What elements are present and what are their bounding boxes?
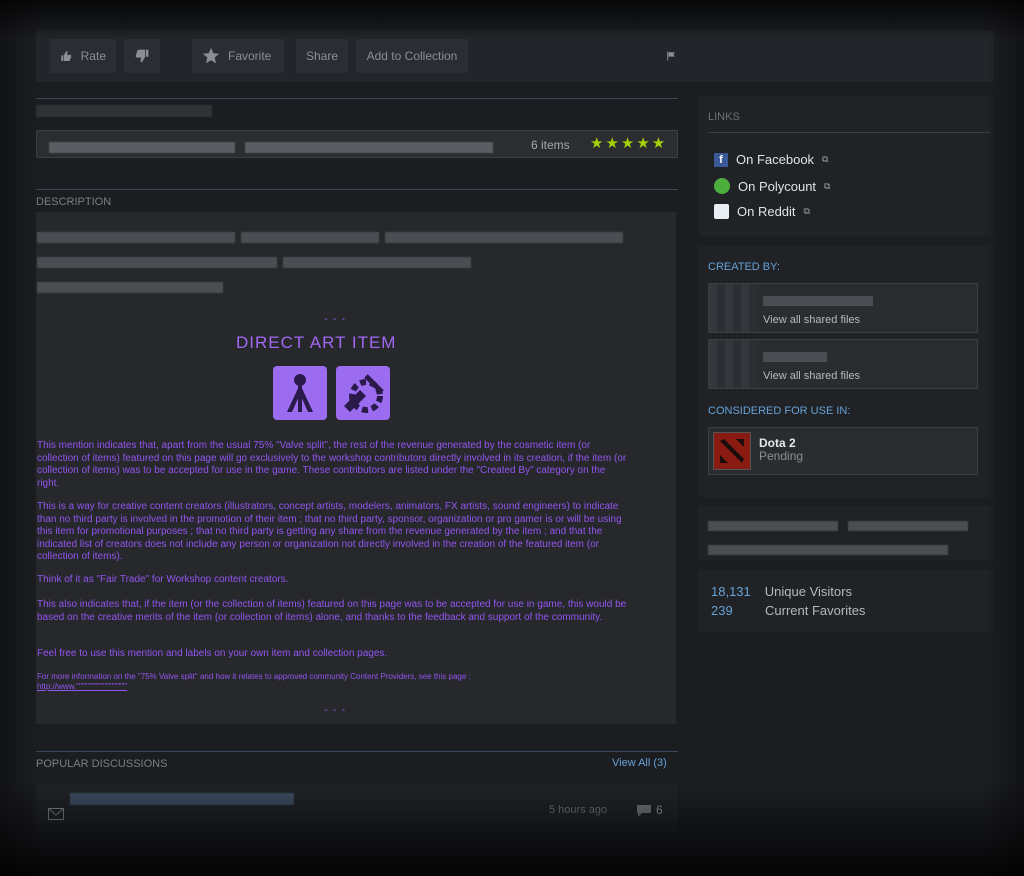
created-by-heading: CREATED BY:	[708, 261, 780, 273]
promo-paragraph-3: Think of it as "Fair Trade" for Workshop…	[37, 574, 629, 587]
discussions-divider	[36, 751, 678, 752]
external-link-icon: ⧉	[824, 180, 831, 191]
links-heading: LINKS	[708, 111, 740, 123]
link-reddit-label: On Reddit	[737, 204, 796, 219]
flag-icon	[667, 51, 675, 61]
description-divider	[36, 189, 678, 190]
discussion-title-redacted	[70, 792, 294, 810]
game-name: Dota 2	[759, 436, 796, 450]
considered-heading: CONSIDERED FOR USE IN:	[708, 405, 851, 417]
favorite-button[interactable]: Favorite	[192, 39, 284, 73]
thumbs-up-icon	[61, 50, 72, 62]
game-card[interactable]: Dota 2 Pending	[708, 427, 978, 475]
items-count: 6 items	[531, 138, 570, 152]
share-button[interactable]: Share	[296, 39, 348, 73]
avatar	[709, 284, 755, 332]
creator-card[interactable]: View all shared files	[708, 339, 978, 389]
report-button[interactable]	[656, 39, 686, 73]
reddit-icon	[714, 204, 729, 219]
view-all-discussions-link[interactable]: View All (3)	[612, 757, 667, 769]
item-name-redacted	[49, 140, 494, 158]
stats-panel: 18,131 Unique Visitors 239 Current Favor…	[698, 570, 994, 632]
link-polycount-label: On Polycount	[738, 178, 817, 194]
toolbar: Rate Favorite Share Add to Collection	[36, 30, 994, 82]
visitors-label: Unique Visitors	[764, 584, 852, 599]
stat-favorites: 239 Current Favorites	[711, 603, 865, 618]
link-reddit[interactable]: On Reddit ⧉	[714, 204, 810, 219]
creator-card[interactable]: View all shared files	[708, 283, 978, 333]
separator-dots-top: - - -	[324, 313, 347, 325]
promo-text-1: This mention indicates that, apart from …	[37, 440, 627, 489]
creator-view-files-link[interactable]: View all shared files	[763, 370, 860, 382]
link-polycount[interactable]: On Polycount ⧉	[714, 178, 830, 194]
creator-name-redacted	[763, 296, 873, 306]
item-meta-redacted	[708, 518, 969, 560]
visitors-count: 18,131	[711, 584, 751, 599]
rate-up-button[interactable]: Rate	[50, 39, 116, 73]
creator-view-files-link[interactable]: View all shared files	[763, 314, 860, 326]
rate-label: Rate	[80, 49, 106, 63]
facebook-icon: f	[714, 152, 728, 167]
thumbs-down-icon	[135, 49, 149, 63]
description-text-redacted	[37, 232, 623, 307]
comment-icon	[637, 805, 651, 817]
separator-dots-bottom: - - -	[324, 704, 347, 716]
external-link-icon: ⧉	[803, 206, 810, 216]
item-info-bar: 6 items ★★★★★	[36, 130, 678, 158]
dota2-logo-icon	[713, 432, 751, 470]
discussion-time: 5 hours ago	[549, 804, 608, 816]
promo-paragraph-2: This is a way for creative content creat…	[37, 501, 629, 564]
discussion-comment-count: 6	[656, 803, 663, 817]
promo-footnote: For more information on the "75% Valve s…	[37, 672, 629, 692]
envelope-icon	[48, 808, 64, 820]
item-meta-panel	[698, 506, 994, 560]
add-to-collection-label: Add to Collection	[366, 49, 458, 63]
promo-text-5: Feel free to use this mention and labels…	[37, 648, 388, 659]
links-divider	[708, 132, 990, 133]
title-divider	[36, 98, 678, 99]
favorite-label: Favorite	[228, 49, 272, 63]
promo-paragraph-4: This also indicates that, if the item (o…	[37, 599, 629, 624]
link-facebook[interactable]: f On Facebook ⧉	[714, 152, 828, 167]
promo-paragraph-1: This mention indicates that, apart from …	[37, 440, 629, 490]
stat-visitors: 18,131 Unique Visitors	[711, 584, 852, 599]
link-facebook-label: On Facebook	[736, 152, 815, 167]
promo-paragraph-5: Feel free to use this mention and labels…	[37, 648, 629, 661]
promo-text-3: Think of it as "Fair Trade" for Workshop…	[37, 574, 289, 585]
add-to-collection-button[interactable]: Add to Collection	[356, 39, 468, 73]
artist-brush-icon	[273, 366, 327, 420]
links-panel: LINKS f On Facebook ⧉ On Polycount ⧉ On …	[698, 96, 994, 236]
rate-down-button[interactable]	[124, 39, 160, 73]
rating-stars: ★★★★★	[590, 135, 668, 152]
creator-name-redacted	[763, 352, 827, 362]
promo-text-4: This also indicates that, if the item (o…	[37, 599, 627, 623]
favorites-count: 239	[711, 603, 733, 618]
item-title-redacted	[36, 104, 212, 122]
gear-tool-icon	[336, 366, 390, 420]
promo-text-2: This is a way for creative content creat…	[37, 501, 622, 562]
favorites-label: Current Favorites	[765, 603, 866, 618]
footnote-text: For more information on the "75% Valve s…	[37, 672, 471, 681]
description-heading: DESCRIPTION	[36, 196, 112, 208]
direct-art-title: DIRECT ART ITEM	[236, 333, 397, 352]
created-by-panel: CREATED BY: View all shared files View a…	[698, 245, 994, 497]
avatar	[709, 340, 755, 388]
share-label: Share	[305, 49, 339, 63]
external-link-icon: ⧉	[822, 154, 829, 164]
game-status: Pending	[759, 449, 804, 463]
popular-discussions-heading: POPULAR DISCUSSIONS	[36, 758, 168, 770]
footnote-link[interactable]: http://www.""""""""""""""""""	[37, 682, 127, 691]
polycount-icon	[714, 178, 730, 194]
star-icon	[202, 47, 220, 64]
